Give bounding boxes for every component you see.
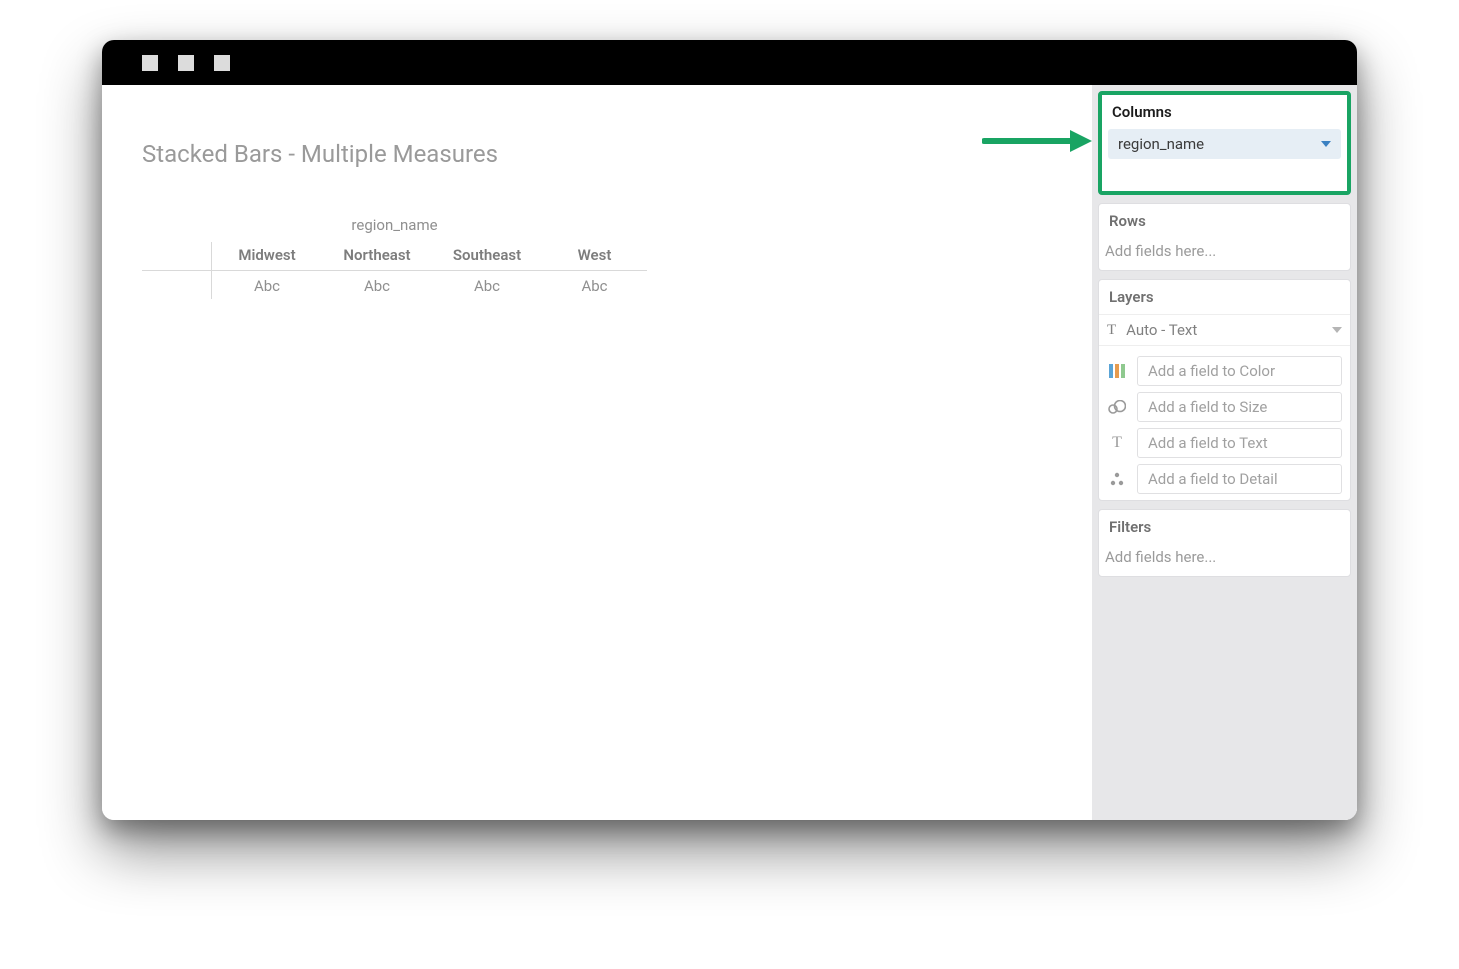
text-icon: T — [1107, 434, 1127, 452]
sheet-title: Stacked Bars - Multiple Measures — [142, 140, 1052, 168]
table-cell: Abc — [432, 271, 542, 299]
detail-field-drop[interactable]: Add a field to Detail — [1137, 464, 1342, 494]
mark-encodings: Add a field to Color Add a field to Size… — [1099, 346, 1350, 500]
columns-shelf[interactable]: Columns region_name — [1098, 91, 1351, 195]
app-window: Stacked Bars - Multiple Measures region_… — [102, 40, 1357, 820]
row-lead-cell — [142, 271, 212, 299]
window-control-icon[interactable] — [178, 55, 194, 71]
data-preview-table: region_name Midwest Northeast Southeast … — [142, 216, 647, 299]
chevron-down-icon[interactable] — [1321, 141, 1331, 147]
color-icon — [1107, 364, 1127, 378]
detail-icon — [1107, 472, 1127, 486]
table-row: Abc Abc Abc Abc — [142, 271, 647, 299]
config-sidebar: Columns region_name Rows Add fields here… — [1092, 85, 1357, 820]
window-titlebar — [102, 40, 1357, 85]
column-header: Northeast — [322, 242, 432, 270]
field-pill-label: region_name — [1118, 135, 1204, 153]
chevron-down-icon[interactable] — [1332, 327, 1342, 333]
text-type-icon: T — [1107, 322, 1116, 339]
size-field-drop[interactable]: Add a field to Size — [1137, 392, 1342, 422]
detail-encoding-row: Add a field to Detail — [1107, 464, 1342, 494]
table-header-row: Midwest Northeast Southeast West — [142, 242, 647, 271]
columns-shelf-title: Columns — [1102, 95, 1347, 129]
size-icon — [1107, 400, 1127, 414]
rows-shelf[interactable]: Rows Add fields here... — [1098, 203, 1351, 271]
filters-placeholder: Add fields here... — [1099, 544, 1350, 576]
rows-shelf-title: Rows — [1099, 204, 1350, 238]
filters-shelf-title: Filters — [1099, 510, 1350, 544]
table-cell: Abc — [322, 271, 432, 299]
window-control-icon[interactable] — [214, 55, 230, 71]
window-control-icon[interactable] — [142, 55, 158, 71]
filters-shelf[interactable]: Filters Add fields here... — [1098, 509, 1351, 577]
column-header: West — [542, 242, 647, 270]
column-header: Southeast — [432, 242, 542, 270]
app-body: Stacked Bars - Multiple Measures region_… — [102, 85, 1357, 820]
mark-type-label: Auto - Text — [1126, 321, 1197, 339]
rows-placeholder: Add fields here... — [1099, 238, 1350, 270]
field-pill-region-name[interactable]: region_name — [1108, 129, 1341, 159]
color-field-drop[interactable]: Add a field to Color — [1137, 356, 1342, 386]
canvas-area: Stacked Bars - Multiple Measures region_… — [102, 85, 1092, 820]
table-field-header: region_name — [142, 216, 647, 242]
table-cell: Abc — [212, 271, 322, 299]
size-encoding-row: Add a field to Size — [1107, 392, 1342, 422]
layers-panel-title: Layers — [1099, 280, 1350, 314]
text-field-drop[interactable]: Add a field to Text — [1137, 428, 1342, 458]
layers-panel: Layers T Auto - Text Add a field to Colo… — [1098, 279, 1351, 501]
sidebar-spacer — [1098, 585, 1351, 814]
column-header: Midwest — [212, 242, 322, 270]
text-encoding-row: T Add a field to Text — [1107, 428, 1342, 458]
mark-type-selector[interactable]: T Auto - Text — [1099, 314, 1350, 346]
table-cell: Abc — [542, 271, 647, 299]
table-corner-cell — [142, 242, 212, 270]
color-encoding-row: Add a field to Color — [1107, 356, 1342, 386]
